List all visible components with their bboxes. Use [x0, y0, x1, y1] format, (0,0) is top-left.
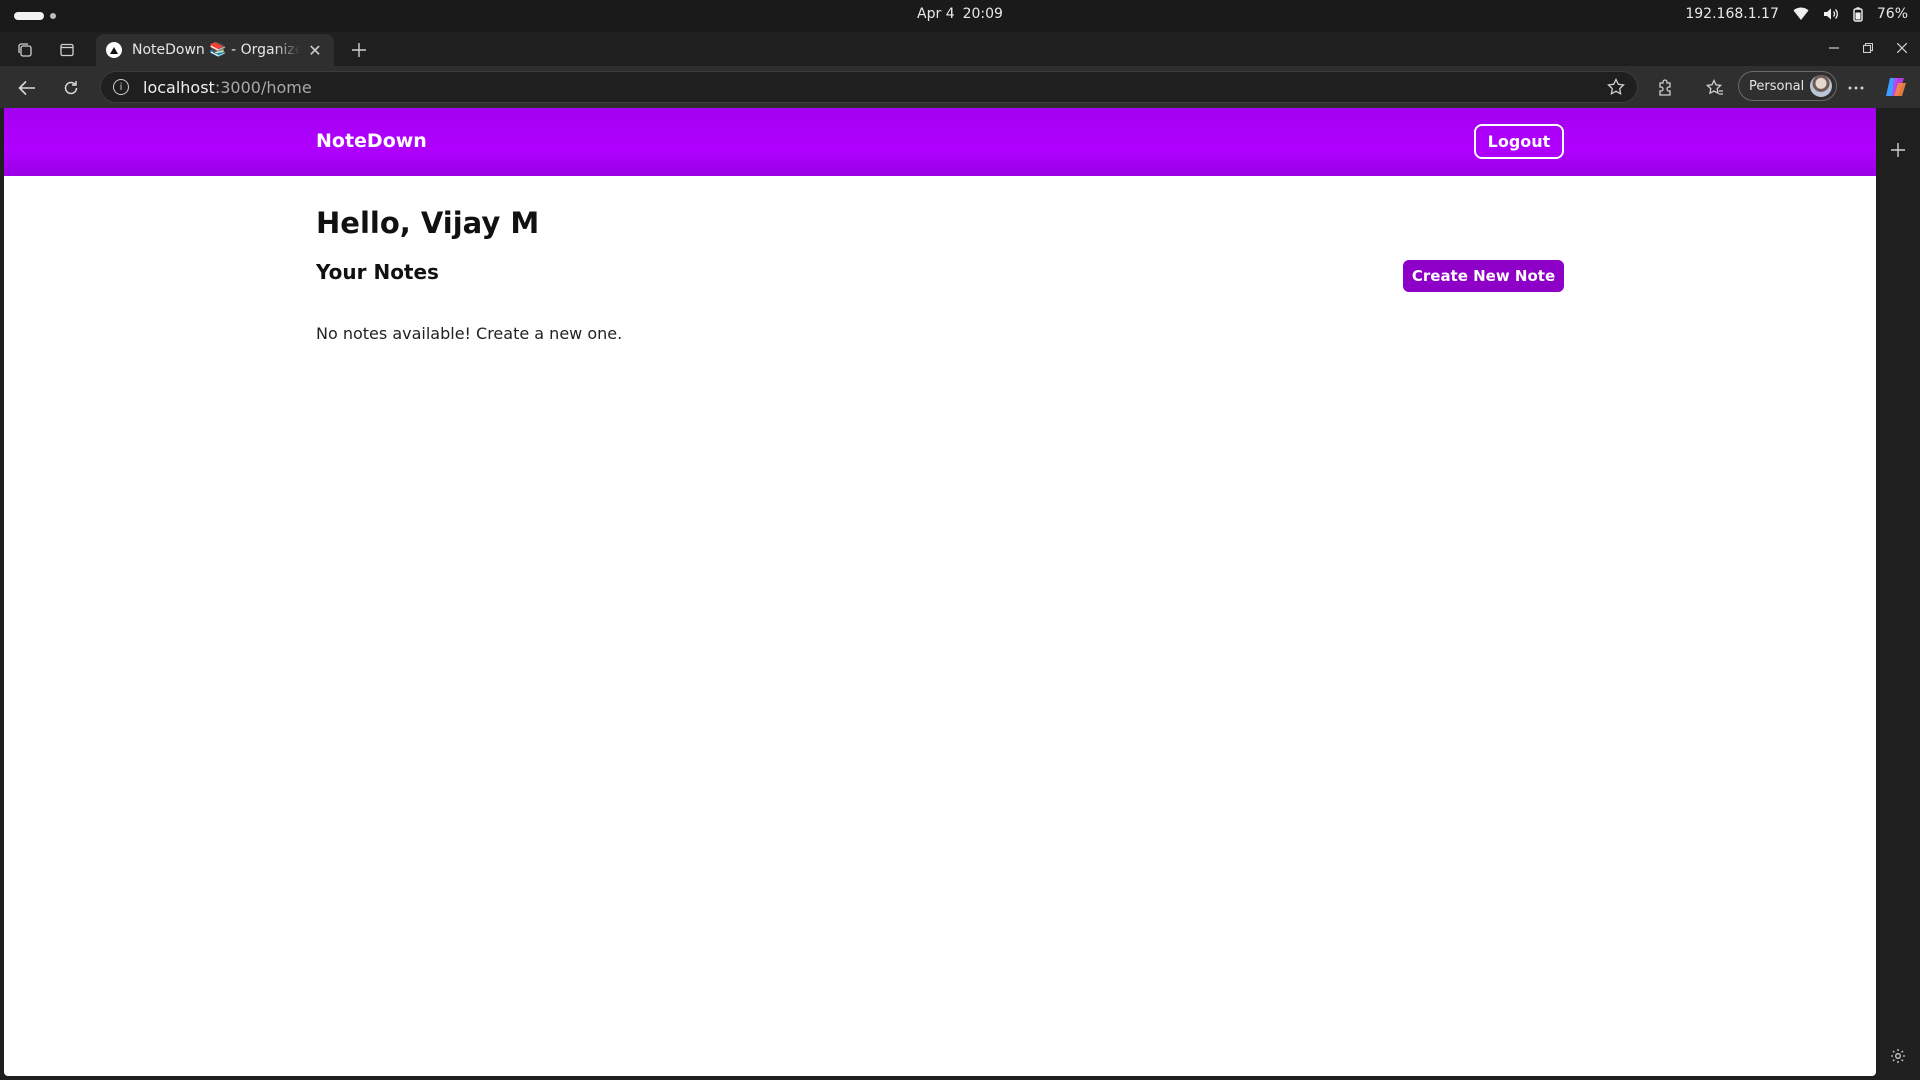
os-date: Apr 4 [917, 6, 955, 22]
tab-close-icon[interactable]: ✕ [306, 41, 324, 60]
extensions-icon[interactable] [1652, 75, 1678, 101]
os-status-area[interactable]: 192.168.1.17 76% [1685, 6, 1908, 22]
favorite-star-icon[interactable] [1607, 77, 1625, 100]
notedown-favicon-icon [106, 42, 122, 58]
browser-tab-active[interactable]: NoteDown 📚 - Organize Your Notes ✕ [96, 34, 334, 66]
page-viewport: NoteDown Logout Hello, Vijay M Your Note… [4, 108, 1876, 1076]
url-path: :3000/home [214, 77, 312, 97]
copilot-icon[interactable] [1884, 75, 1908, 99]
browser-sidebar [1876, 108, 1920, 1080]
favorites-icon[interactable] [1702, 75, 1728, 101]
os-clock[interactable]: Apr 4 20:09 [0, 6, 1920, 22]
greeting-heading: Hello, Vijay M [316, 206, 540, 240]
battery-percent: 76% [1876, 6, 1908, 22]
volume-icon [1823, 7, 1839, 21]
notes-section-title: Your Notes [316, 260, 439, 284]
create-note-button[interactable]: Create New Note [1403, 260, 1564, 292]
os-top-bar: Apr 4 20:09 192.168.1.17 76% [0, 0, 1920, 32]
restore-icon[interactable] [1858, 38, 1878, 58]
app-header: NoteDown Logout [4, 108, 1876, 176]
app-brand[interactable]: NoteDown [316, 130, 427, 152]
battery-icon [1853, 6, 1863, 22]
empty-notes-message: No notes available! Create a new one. [316, 324, 623, 343]
url-host: localhost [143, 77, 215, 97]
logout-button[interactable]: Logout [1474, 124, 1564, 159]
close-window-icon[interactable] [1892, 38, 1912, 58]
os-ip: 192.168.1.17 [1685, 6, 1779, 22]
os-time: 20:09 [962, 6, 1003, 22]
browser-toolbar: i localhost:3000/home Personal [0, 66, 1920, 108]
back-icon[interactable] [14, 75, 40, 101]
new-tab-icon[interactable] [346, 37, 372, 63]
tab-actions-icon[interactable] [54, 38, 80, 62]
profile-button[interactable]: Personal [1738, 71, 1838, 101]
more-options-icon[interactable] [1843, 75, 1869, 101]
wifi-icon [1793, 7, 1809, 21]
add-sidebar-app-icon[interactable] [1886, 138, 1910, 162]
profile-label: Personal [1749, 78, 1805, 94]
minimize-icon[interactable] [1824, 38, 1844, 58]
reload-icon[interactable] [58, 75, 84, 101]
sidebar-settings-icon[interactable] [1886, 1044, 1910, 1068]
address-bar[interactable]: i localhost:3000/home [100, 71, 1638, 103]
site-info-icon[interactable]: i [113, 79, 129, 95]
tab-title: NoteDown 📚 - Organize Your Notes [132, 42, 300, 58]
window-controls [1824, 38, 1912, 58]
browser-tabstrip: NoteDown 📚 - Organize Your Notes ✕ [0, 32, 1920, 66]
avatar [1810, 75, 1833, 97]
workspaces-icon[interactable] [12, 38, 38, 62]
